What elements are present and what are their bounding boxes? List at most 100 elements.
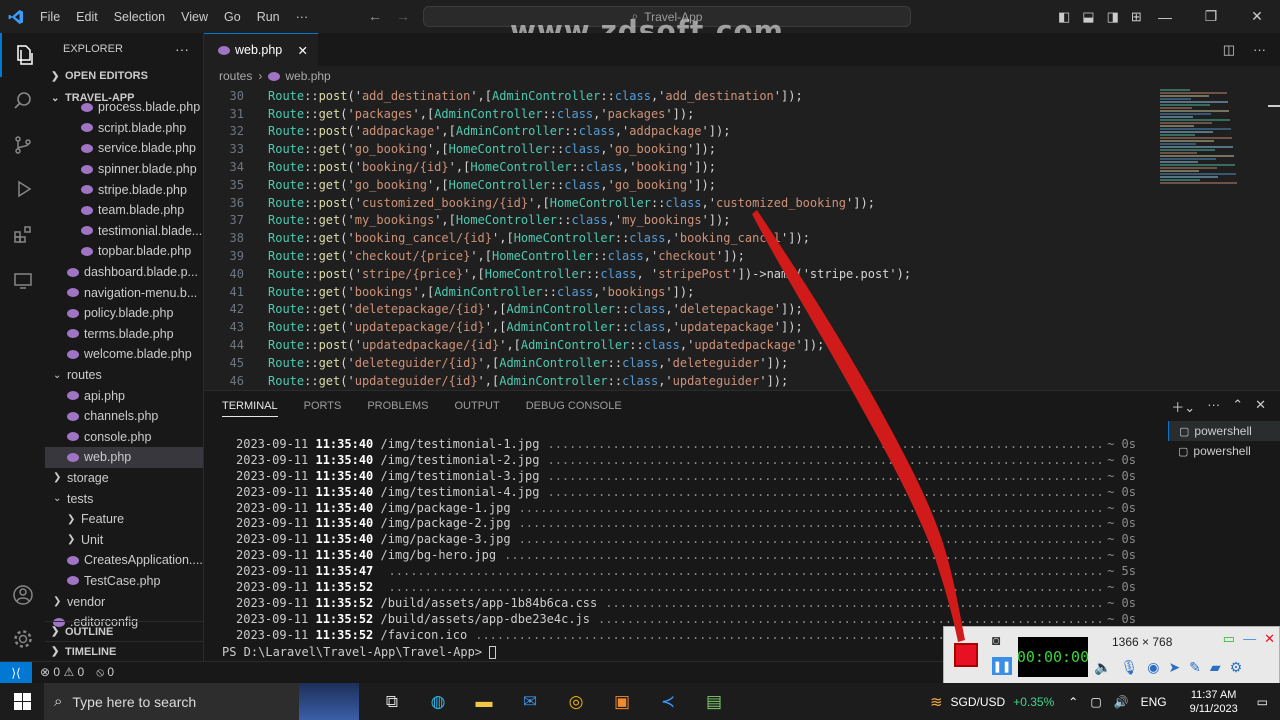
ports-status[interactable]: ⦸ 0 [96, 665, 114, 680]
settings-gear-icon[interactable] [0, 617, 45, 661]
close-panel-icon[interactable]: ✕ [1255, 397, 1266, 416]
menu-item[interactable]: ··· [288, 10, 317, 24]
code-line[interactable]: 38 Route::get('booking_cancel/{id}',[Home… [204, 229, 1154, 247]
terminal-prompt[interactable]: PS D:\Laravel\Travel-App\Travel-App> [222, 645, 497, 659]
clock[interactable]: 11:37 AM 9/11/2023 [1179, 688, 1249, 716]
tree-item[interactable]: ❯ vendor [45, 591, 203, 612]
region-icon[interactable]: ▭ [1223, 631, 1235, 647]
tree-item[interactable]: ❯ Feature [45, 509, 203, 530]
split-editor-icon[interactable]: ◫ [1223, 42, 1235, 58]
volume-icon[interactable]: 🔊 [1114, 695, 1129, 709]
tree-item[interactable]: script.blade.php [45, 118, 203, 139]
breadcrumb-folder[interactable]: routes [219, 69, 252, 83]
tree-item[interactable]: spinner.blade.php [45, 159, 203, 180]
camera-icon[interactable]: ◙ [992, 632, 1000, 648]
pause-button[interactable]: ❚❚ [992, 657, 1012, 675]
webcam-icon[interactable]: ◉ [1147, 659, 1159, 676]
code-line[interactable]: 43 Route::get('updatepackage/{id}',[Admin… [204, 318, 1154, 336]
more-actions-icon[interactable]: ··· [1253, 42, 1266, 58]
code-line[interactable]: 42 Route::get('deletepackage/{id}',[Admin… [204, 301, 1154, 319]
code-line[interactable]: 41 Route::get('bookings',[AdminController… [204, 283, 1154, 301]
code-line[interactable]: 46 Route::get('updateguider/{id}',[AdminC… [204, 372, 1154, 390]
tree-item[interactable]: navigation-menu.b... [45, 282, 203, 303]
customize-layout-icon[interactable]: ⊞ [1131, 9, 1142, 25]
tree-item[interactable]: terms.blade.php [45, 324, 203, 345]
maximize-panel-icon[interactable]: ⌃ [1232, 397, 1243, 416]
tree-item[interactable]: team.blade.php [45, 200, 203, 221]
extensions-icon[interactable] [0, 213, 45, 257]
close-tab-icon[interactable]: ✕ [298, 43, 308, 58]
forward-arrow-icon[interactable]: → [396, 8, 410, 24]
minimap[interactable] [1160, 89, 1248, 185]
run-debug-icon[interactable] [0, 167, 45, 211]
microphone-icon[interactable]: 🎙 [1120, 659, 1138, 676]
tree-item[interactable]: policy.blade.php [45, 303, 203, 324]
windows-start-icon[interactable] [0, 683, 44, 720]
mail-icon[interactable]: ✉ [507, 683, 553, 720]
tree-item[interactable]: ⌄ routes [45, 365, 203, 386]
menu-item[interactable]: Selection [106, 10, 173, 24]
notepad-app-icon[interactable]: ▤ [691, 683, 737, 720]
stop-record-button[interactable] [954, 643, 978, 667]
new-terminal-icon[interactable]: ＋⌄ [1171, 397, 1195, 416]
panel-tab[interactable]: DEBUG CONSOLE [526, 396, 622, 416]
code-line[interactable]: 30 Route::post('add_destination',[AdminCo… [204, 87, 1154, 105]
panel-tab[interactable]: PORTS [304, 396, 342, 416]
tree-item[interactable]: ❯ storage [45, 468, 203, 489]
menu-item[interactable]: File [32, 10, 68, 24]
file-explorer-icon[interactable]: ▬ [461, 683, 507, 720]
code-line[interactable]: 44 Route::post('updatedpackage/{id}',[Adm… [204, 336, 1154, 354]
toggle-sidebar-icon[interactable]: ◧ [1058, 9, 1070, 25]
tree-item[interactable]: web.php [45, 447, 203, 468]
folder-icon[interactable]: ▰ [1210, 659, 1221, 676]
edge-browser-icon[interactable]: ◍ [415, 683, 461, 720]
remote-explorer-icon[interactable] [0, 259, 45, 303]
code-line[interactable]: 39 Route::get('checkout/{price}',[HomeCon… [204, 247, 1154, 265]
back-arrow-icon[interactable]: ← [368, 8, 382, 24]
chrome-icon[interactable]: ◎ [553, 683, 599, 720]
sublime-app-icon[interactable]: ▣ [599, 683, 645, 720]
network-icon[interactable]: ▢ [1090, 695, 1101, 709]
explorer-icon[interactable] [0, 33, 45, 77]
close-icon[interactable]: ✕ [1234, 0, 1280, 33]
tree-item[interactable]: process.blade.php [45, 97, 203, 118]
scrollbar-position[interactable] [1268, 105, 1280, 107]
settings-gear-icon[interactable]: ⚙ [1230, 659, 1243, 676]
minimize-icon[interactable]: — [1142, 0, 1188, 33]
account-icon[interactable] [0, 573, 45, 617]
tree-item[interactable]: TestCase.php [45, 571, 203, 592]
menu-item[interactable]: View [173, 10, 216, 24]
pen-icon[interactable]: ✎ [1189, 659, 1201, 676]
code-line[interactable]: 31 Route::get('packages',[AdminController… [204, 105, 1154, 123]
panel-tab[interactable]: TERMINAL [222, 396, 278, 417]
notifications-icon[interactable]: ▭ [1257, 695, 1268, 709]
menu-item[interactable]: Edit [68, 10, 106, 24]
fx-pair[interactable]: SGD/USD [951, 695, 1006, 709]
toggle-secondary-sidebar-icon[interactable]: ◨ [1107, 9, 1119, 25]
tree-item[interactable]: testimonial.blade.... [45, 221, 203, 242]
tree-item[interactable]: dashboard.blade.p... [45, 262, 203, 283]
tree-item[interactable]: topbar.blade.php [45, 241, 203, 262]
chevron-up-icon[interactable]: ⌃ [1068, 695, 1078, 709]
code-line[interactable]: 33 Route::get('go_booking',[HomeControlle… [204, 140, 1154, 158]
taskbar-search-box[interactable]: ⌕ Type here to search [44, 683, 299, 720]
panel-tab[interactable]: OUTPUT [454, 396, 499, 416]
terminal-output[interactable]: 2023-09-11 11:35:40 /img/testimonial-1.j… [236, 437, 1136, 644]
search-icon[interactable] [0, 79, 45, 123]
tab-web-php[interactable]: web.php ✕ [204, 33, 318, 66]
tree-item[interactable]: api.php [45, 385, 203, 406]
code-line[interactable]: 40 Route::post('stripe/{price}',[HomeCont… [204, 265, 1154, 283]
toggle-panel-icon[interactable]: ⬓ [1082, 9, 1094, 25]
problems-status[interactable]: ⊗ 0 ⚠ 0 [40, 665, 84, 680]
tree-item[interactable]: service.blade.php [45, 138, 203, 159]
minimize-icon[interactable]: — [1243, 631, 1256, 647]
close-icon[interactable]: ✕ [1264, 631, 1275, 647]
code-line[interactable]: 35 Route::get('go_booking',[HomeControlle… [204, 176, 1154, 194]
more-actions-icon[interactable]: ··· [1207, 397, 1220, 416]
open-editors-section[interactable]: ❯ OPEN EDITORS [45, 65, 203, 87]
tree-item[interactable]: ⌄ tests [45, 488, 203, 509]
tree-item[interactable]: channels.php [45, 406, 203, 427]
code-line[interactable]: 34 Route::post('booking/{id}',[HomeContro… [204, 158, 1154, 176]
menu-item[interactable]: Run [249, 10, 288, 24]
code-editor[interactable]: 30 Route::post('add_destination',[AdminCo… [204, 87, 1154, 390]
